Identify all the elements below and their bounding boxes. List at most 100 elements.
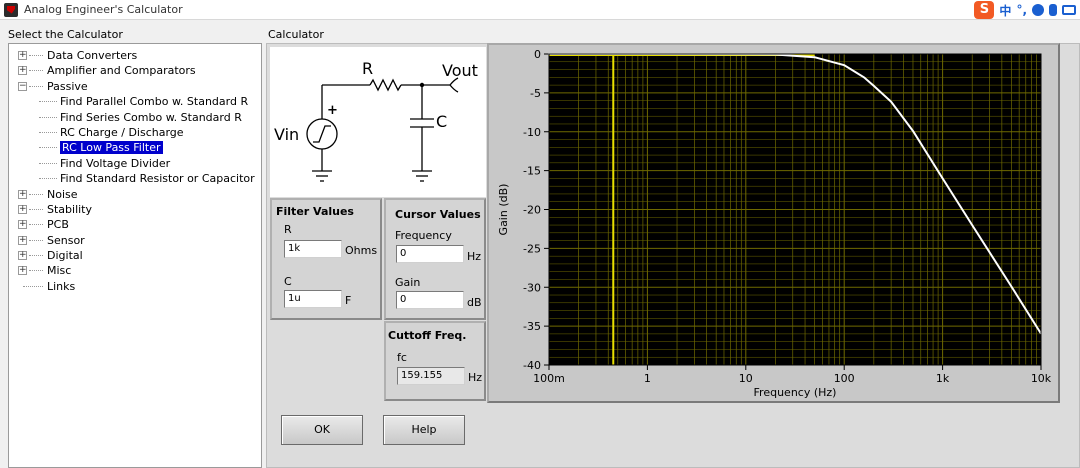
rc-schematic: R Vout C Vin + [270,47,486,197]
x-axis-label: Frequency (Hz) [754,386,837,399]
tree-connector [39,178,57,180]
collapse-icon[interactable]: − [18,81,27,91]
calculator-label: Calculator [268,28,324,41]
expand-icon[interactable]: + [18,266,27,276]
tree-item-label: Find Series Combo w. Standard R [60,110,242,124]
expand-icon[interactable]: + [18,235,27,245]
tree-connector [39,116,57,118]
y-tick-label: -30 [523,281,541,294]
tree-connector [29,55,43,56]
tree-item[interactable]: + Stability [9,202,261,217]
tree-item[interactable]: Find Voltage Divider [9,156,261,171]
expand-icon[interactable]: + [18,189,27,199]
frequency-unit: Hz [467,250,482,263]
ime-toolbar[interactable]: S 中 °, [974,1,1076,19]
emoji-icon[interactable] [1032,4,1044,16]
keyboard-icon[interactable] [1062,5,1076,15]
help-button[interactable]: Help [383,415,465,445]
tree-item[interactable]: RC Low Pass Filter [9,140,261,155]
cursor-frequency-input[interactable]: 0 [396,245,464,263]
tree-item[interactable]: + Misc [9,263,261,278]
data-point [912,130,914,132]
tree-item[interactable]: + PCB [9,217,261,232]
frequency-label: Frequency [395,229,452,242]
y-tick-label: -15 [523,165,541,178]
tree-item[interactable]: + Amplifier and Comparators [9,63,261,78]
expand-icon[interactable]: + [18,251,27,261]
x-tick-label: 10k [1031,372,1052,385]
x-tick-label: 1k [936,372,950,385]
tree-item[interactable]: Find Parallel Combo w. Standard R [9,94,261,109]
tree-item-label: RC Charge / Discharge [60,125,184,139]
title-bar: Analog Engineer's Calculator S 中 °, [0,0,1080,20]
tree-connector [39,131,57,133]
y-axis-label: Gain (dB) [497,184,510,236]
ime-logo-icon[interactable]: S [974,1,995,19]
x-tick-label: 1 [644,372,651,385]
data-point [971,224,974,226]
schematic-c-label: C [436,112,447,131]
select-calculator-label: Select the Calculator [8,28,123,41]
x-tick-label: 100 [834,372,855,385]
r-input[interactable]: 1k [284,240,342,258]
tree-connector [39,101,57,103]
tree-connector [23,285,43,287]
tree-connector [29,70,43,72]
y-tick-label: -5 [530,87,541,100]
filter-values-title: Filter Values [276,205,354,218]
cutoff-frequency-group: Cuttoff Freq. fc 159.155 Hz [384,321,486,401]
tree-connector [29,193,43,195]
tree-item-label: Find Voltage Divider [60,156,171,170]
expand-icon[interactable]: + [18,204,27,214]
tree-item[interactable]: + Data Converters [9,48,261,63]
fc-label: fc [397,351,407,364]
tree-item[interactable]: Find Standard Resistor or Capacitor [9,171,261,186]
ime-language[interactable]: 中 [999,2,1011,19]
calculator-tree[interactable]: + Data Converters + Amplifier and Comparato… [8,43,262,468]
tree-item[interactable]: RC Charge / Discharge [9,125,261,140]
data-point [873,85,875,87]
data-point [1010,285,1013,288]
expand-icon[interactable]: + [18,220,27,230]
tree-item[interactable]: − Passive [9,79,261,94]
schematic-r-label: R [362,59,373,78]
fc-output: 159.155 [397,367,465,385]
app-icon [4,2,18,17]
c-label: C [284,275,292,288]
y-tick-label: -40 [523,359,541,372]
y-tick-label: -35 [523,320,541,333]
c-input[interactable]: 1u [284,290,342,308]
tree-connector [29,239,43,241]
tree-item[interactable]: Find Series Combo w. Standard R [9,110,261,125]
expand-icon[interactable]: + [18,51,27,60]
cursor-gain-input[interactable]: 0 [396,291,464,309]
tree-item[interactable]: + Sensor [9,233,261,248]
expand-icon[interactable]: + [18,66,27,76]
tree-connector [39,162,57,164]
tree-item-label: Digital [47,249,83,263]
cursor-values-title: Cursor Values [395,208,481,221]
fc-unit: Hz [468,371,483,384]
tree-connector [39,147,57,149]
tree-item-label: Noise [47,187,78,201]
gain-label: Gain [395,276,421,289]
tree-item-label: Find Parallel Combo w. Standard R [60,95,249,109]
data-point [941,177,944,180]
tree-connector [29,255,43,257]
ime-punctuation[interactable]: °, [1016,3,1027,17]
tree-item-label: Find Standard Resistor or Capacitor [60,172,255,186]
bode-chart[interactable]: 0 -5 -10 -15 -20 -25 -30 -35 -40100m 1 10 100 1k 10k F… [489,45,1058,401]
y-tick-label: -20 [523,204,541,217]
y-tick-label: -25 [523,242,541,255]
bode-graph-frame[interactable]: 0 -5 -10 -15 -20 -25 -30 -35 -40 100m 1 10 100 1k 10k F… [487,43,1060,403]
tree-item[interactable]: Links [9,279,261,294]
tree-connector [29,208,43,210]
data-point [863,76,865,79]
filter-values-group: Filter Values R 1k Ohms C 1u F [270,198,382,320]
data-point [890,100,892,103]
tree-item[interactable]: + Digital [9,248,261,263]
tree-item[interactable]: + Noise [9,187,261,202]
ok-button[interactable]: OK [281,415,363,445]
microphone-icon[interactable] [1049,4,1057,16]
tree-item-label: Data Converters [47,49,138,62]
